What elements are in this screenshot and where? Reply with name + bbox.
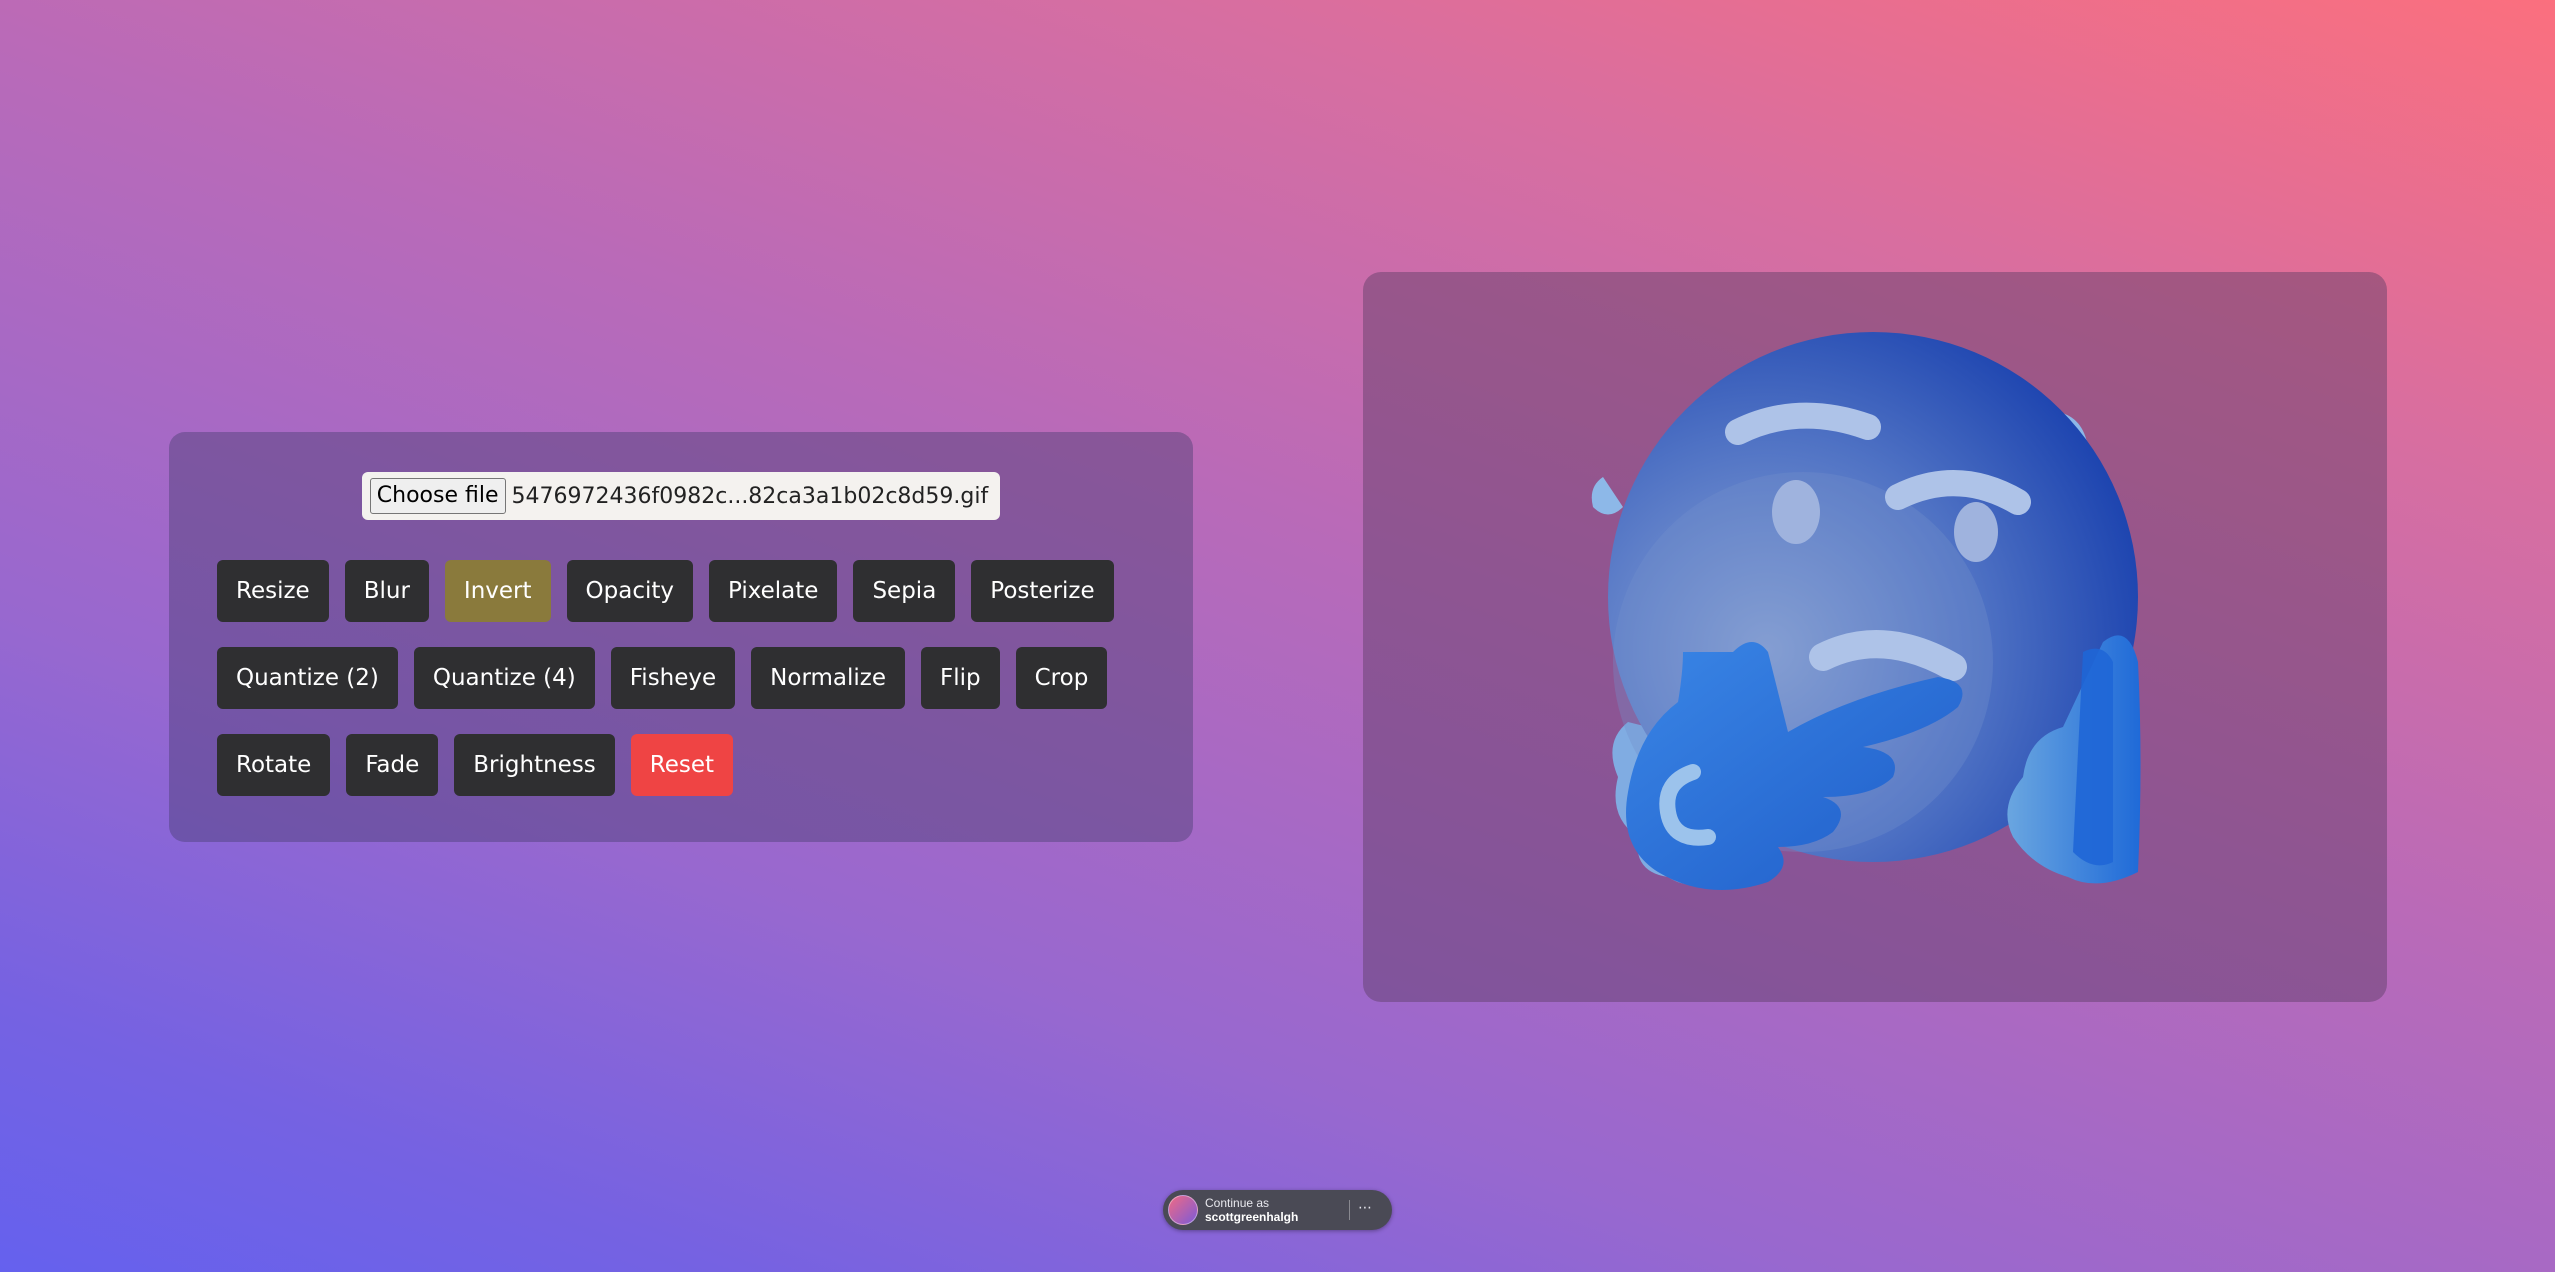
continue-as-label: Continue as (1205, 1196, 1270, 1210)
posterize-button[interactable]: Posterize (971, 560, 1114, 622)
blur-button[interactable]: Blur (344, 560, 429, 622)
rotate-button[interactable]: Rotate (217, 734, 331, 796)
file-row: Choose file 5476972436f0982c...82ca3a1b0… (217, 472, 1145, 520)
opacity-button[interactable]: Opacity (566, 560, 693, 622)
sepia-button[interactable]: Sepia (853, 560, 956, 622)
filter-row-3: Rotate Fade Brightness Reset (217, 734, 1117, 796)
resize-button[interactable]: Resize (217, 560, 329, 622)
file-input[interactable]: Choose file 5476972436f0982c...82ca3a1b0… (361, 472, 1001, 520)
filter-row-2: Quantize (2) Quantize (4) Fisheye Normal… (217, 647, 1117, 709)
signin-text: Continue as scottgreenhalgh (1205, 1196, 1298, 1224)
filter-row-1: Resize Blur Invert Opacity Pixelate Sepi… (217, 560, 1117, 622)
normalize-button[interactable]: Normalize (751, 647, 906, 709)
file-name-label: 5476972436f0982c...82ca3a1b02c8d59.gif (511, 483, 989, 509)
thinking-face-emoji-icon (1591, 332, 2141, 890)
invert-button[interactable]: Invert (444, 560, 551, 622)
flip-button[interactable]: Flip (921, 647, 1000, 709)
crop-button[interactable]: Crop (1015, 647, 1108, 709)
more-options-icon[interactable]: ⋯ (1358, 1199, 1373, 1216)
signin-divider (1349, 1200, 1350, 1220)
filter-control-panel: Choose file 5476972436f0982c...82ca3a1b0… (169, 432, 1193, 842)
pixelate-button[interactable]: Pixelate (708, 560, 838, 622)
reset-button[interactable]: Reset (630, 734, 734, 796)
username-label: scottgreenhalgh (1205, 1210, 1299, 1224)
fade-button[interactable]: Fade (346, 734, 439, 796)
fisheye-button[interactable]: Fisheye (610, 647, 736, 709)
filter-button-grid: Resize Blur Invert Opacity Pixelate Sepi… (217, 560, 1117, 796)
avatar (1168, 1195, 1198, 1225)
choose-file-button[interactable]: Choose file (369, 478, 506, 514)
quantize-2-button[interactable]: Quantize (2) (217, 647, 398, 709)
quantize-4-button[interactable]: Quantize (4) (413, 647, 595, 709)
brightness-button[interactable]: Brightness (454, 734, 615, 796)
image-preview (1363, 272, 2387, 1002)
continue-as-signin[interactable]: Continue as scottgreenhalgh ⋯ (1163, 1190, 1392, 1230)
